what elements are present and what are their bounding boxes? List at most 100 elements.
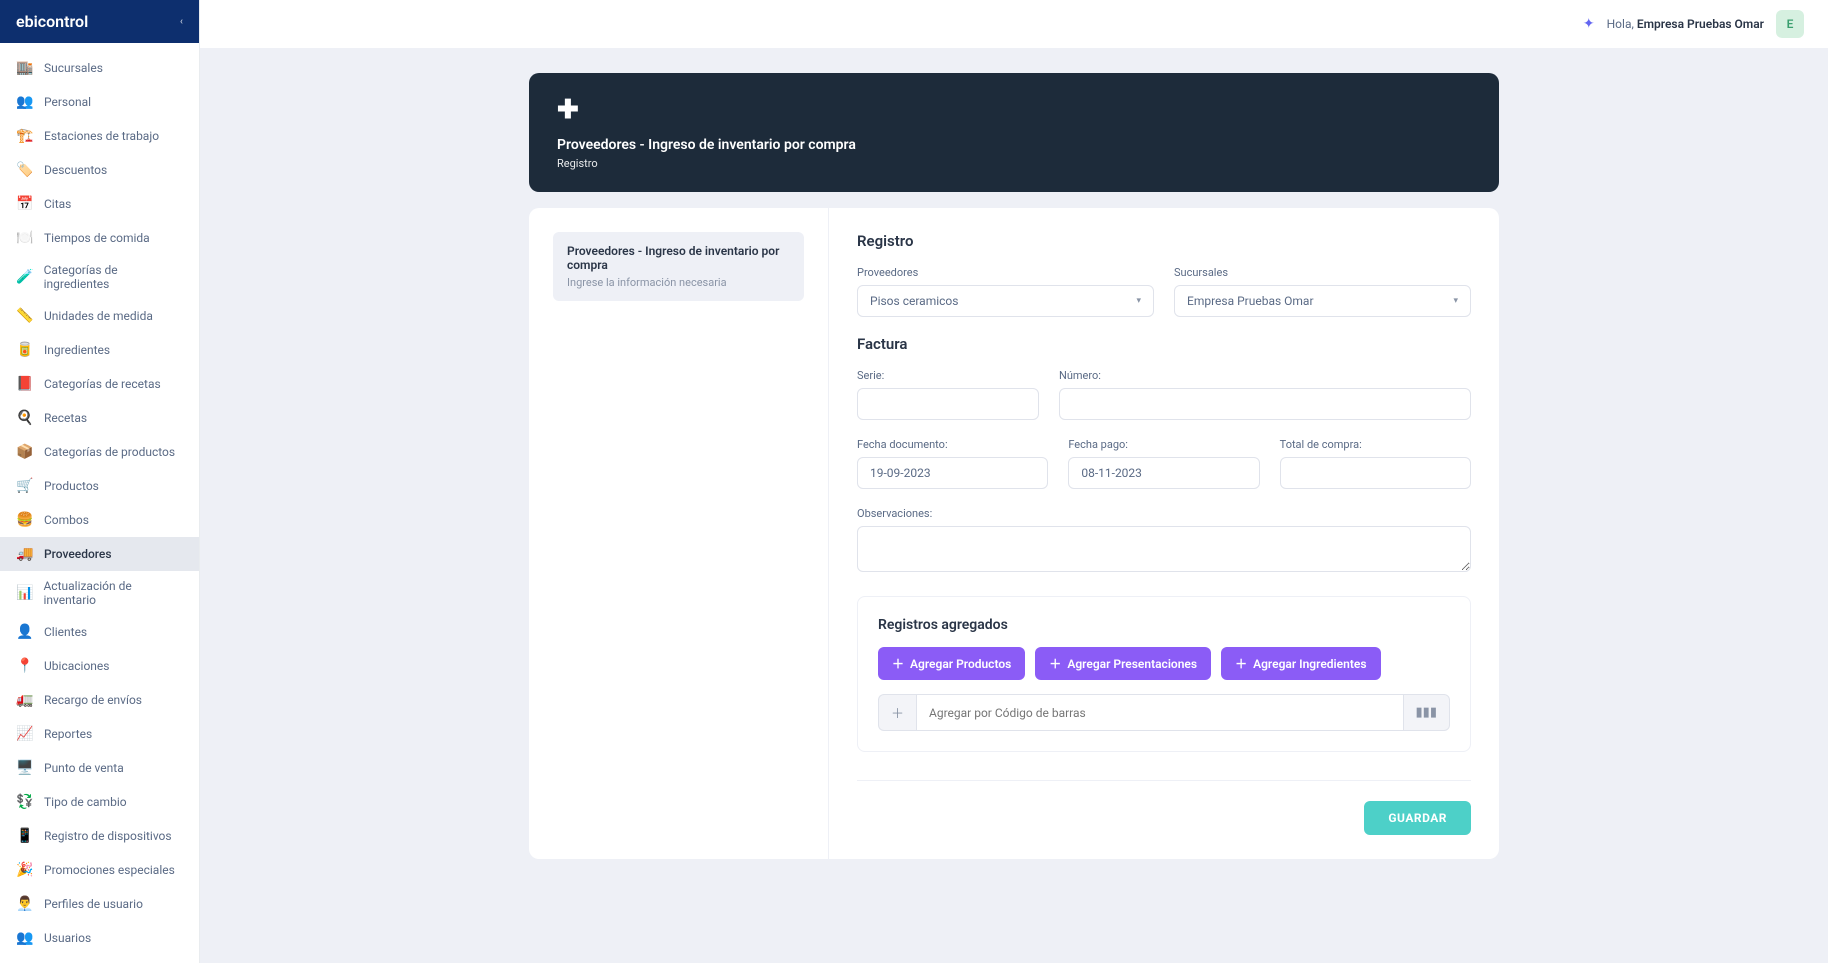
guardar-button[interactable]: GUARDAR	[1364, 801, 1471, 835]
nav-icon: 📈	[16, 725, 34, 743]
sidebar-item-tipo-de-cambio[interactable]: 💱 Tipo de cambio	[0, 785, 199, 819]
total-label: Total de compra:	[1280, 438, 1471, 451]
step-indicator: Proveedores - Ingreso de inventario por …	[553, 232, 804, 301]
nav-icon: 🎉	[16, 861, 34, 879]
nav-icon: 🚛	[16, 691, 34, 709]
nav-icon: 🍔	[16, 511, 34, 529]
agregar-productos-button[interactable]: ＋ Agregar Productos	[878, 647, 1025, 680]
nav-label: Perfiles de usuario	[44, 897, 143, 911]
brand-logo: ebicontrol	[16, 12, 88, 31]
nav-label: Recargo de envíos	[44, 693, 142, 707]
section-heading-registro: Registro	[857, 232, 1471, 250]
nav-icon: 👤	[16, 623, 34, 641]
sidebar-item-categoras-de-ingredientes[interactable]: 🧪Categorías de ingredientes	[0, 255, 199, 299]
sidebar-item-estaciones-de-trabajo[interactable]: 🏗️Estaciones de trabajo	[0, 119, 199, 153]
nav-label: Clientes	[44, 625, 87, 639]
sidebar-item-actualizacin-de-inventario[interactable]: 📊 Actualización de inventario	[0, 571, 199, 615]
section-heading-factura: Factura	[857, 335, 1471, 353]
sidebar-item-sucursales[interactable]: 🏬Sucursales	[0, 51, 199, 85]
sidebar-item-punto-de-venta[interactable]: 🖥️Punto de venta	[0, 751, 199, 785]
agregar-presentaciones-button[interactable]: ＋ Agregar Presentaciones	[1035, 647, 1211, 680]
nav-label: Estaciones de trabajo	[44, 129, 159, 143]
proveedores-value: Pisos ceramicos	[870, 294, 958, 308]
observaciones-label: Observaciones:	[857, 507, 1471, 520]
nav-icon: 📕	[16, 375, 34, 393]
plus-icon: ✚	[557, 95, 1471, 125]
nav-label: Recetas	[44, 411, 87, 425]
nav-icon: 🥫	[16, 341, 34, 359]
barcode-plus-icon[interactable]: ＋	[878, 694, 916, 731]
sidebar-item-promociones-especiales[interactable]: 🎉 Promociones especiales	[0, 853, 199, 887]
sparkle-icon[interactable]: ✦	[1583, 16, 1595, 32]
card-left-pane: Proveedores - Ingreso de inventario por …	[529, 208, 829, 859]
nav-label: Reportes	[44, 727, 92, 741]
sidebar-item-recetas[interactable]: 🍳 Recetas	[0, 401, 199, 435]
nav-icon: 👥	[16, 93, 34, 111]
sidebar-item-personal[interactable]: 👥 Personal	[0, 85, 199, 119]
nav-label: Actualización de inventario	[43, 579, 183, 607]
nav-icon: 📅	[16, 195, 34, 213]
numero-input[interactable]	[1059, 388, 1471, 420]
nav-label: Categorías de ingredientes	[44, 263, 183, 291]
nav-label: Personal	[44, 95, 91, 109]
sidebar-item-clientes[interactable]: 👤 Clientes	[0, 615, 199, 649]
sidebar-item-reportes[interactable]: 📈 Reportes	[0, 717, 199, 751]
sidebar-item-recargo-de-envos[interactable]: 🚛 Recargo de envíos	[0, 683, 199, 717]
nav-icon: 🏷️	[16, 161, 34, 179]
fecha-pago-input[interactable]	[1068, 457, 1259, 489]
nav-label: Combos	[44, 513, 89, 527]
proveedores-select[interactable]: Pisos ceramicos ▾	[857, 285, 1154, 317]
fecha-doc-input[interactable]	[857, 457, 1048, 489]
nav-label: Promociones especiales	[44, 863, 175, 877]
sidebar-item-combos[interactable]: 🍔 Combos	[0, 503, 199, 537]
nav-icon: 🍽️	[16, 229, 34, 247]
sidebar-item-categoras-de-productos[interactable]: 📦Categorías de productos	[0, 435, 199, 469]
chevron-down-icon: ▾	[1453, 296, 1458, 306]
sidebar-item-citas[interactable]: 📅Citas	[0, 187, 199, 221]
sidebar-item-tiempos-de-comida[interactable]: 🍽️Tiempos de comida	[0, 221, 199, 255]
step-title: Proveedores - Ingreso de inventario por …	[567, 244, 790, 272]
sidebar-item-perfiles-de-usuario[interactable]: 👨‍💼Perfiles de usuario	[0, 887, 199, 921]
fecha-doc-label: Fecha documento:	[857, 438, 1048, 451]
numero-label: Número:	[1059, 369, 1471, 382]
avatar[interactable]: E	[1776, 10, 1804, 38]
nav-label: Descuentos	[44, 163, 107, 177]
nav-icon: 🍳	[16, 409, 34, 427]
agregar-ingredientes-button[interactable]: ＋ Agregar Ingredientes	[1221, 647, 1380, 680]
nav-label: Categorías de recetas	[44, 377, 161, 391]
sidebar-item-ubicaciones[interactable]: 📍Ubicaciones	[0, 649, 199, 683]
btn-presentaciones-label: Agregar Presentaciones	[1067, 657, 1197, 671]
sidebar-collapse-icon[interactable]: ‹	[180, 16, 183, 27]
sucursales-select[interactable]: Empresa Pruebas Omar ▾	[1174, 285, 1471, 317]
nav-label: Categorías de productos	[44, 445, 175, 459]
observaciones-textarea[interactable]	[857, 526, 1471, 572]
user-name: Empresa Pruebas Omar	[1637, 17, 1764, 31]
total-input[interactable]	[1280, 457, 1471, 489]
nav-label: Productos	[44, 479, 99, 493]
sidebar-item-proveedores[interactable]: 🚚Proveedores	[0, 537, 199, 571]
sidebar-item-ingredientes[interactable]: 🥫Ingredientes	[0, 333, 199, 367]
barcode-input[interactable]	[916, 694, 1404, 731]
sucursales-label: Sucursales	[1174, 266, 1471, 279]
serie-label: Serie:	[857, 369, 1039, 382]
nav-label: Usuarios	[44, 931, 91, 945]
nav-label: Ubicaciones	[44, 659, 109, 673]
sidebar-item-productos[interactable]: 🛒 Productos	[0, 469, 199, 503]
proveedores-label: Proveedores	[857, 266, 1154, 279]
sidebar-nav: 🏬Sucursales 👥 Personal 🏗️Estaciones de trab…	[0, 43, 199, 963]
nav-icon: 💱	[16, 793, 34, 811]
nav-label: Tipo de cambio	[44, 795, 127, 809]
barcode-scan-icon[interactable]: ▮▮▮	[1404, 694, 1450, 731]
nav-icon: 🛒	[16, 477, 34, 495]
nav-icon: 🖥️	[16, 759, 34, 777]
sidebar-item-unidades-de-medida[interactable]: 📏Unidades de medida	[0, 299, 199, 333]
sidebar-item-descuentos[interactable]: 🏷️ Descuentos	[0, 153, 199, 187]
sidebar-item-registro-de-dispositivos[interactable]: 📱Registro de dispositivos	[0, 819, 199, 853]
nav-icon: 📊	[16, 584, 33, 602]
registros-panel: Registros agregados ＋ Agregar Productos …	[857, 596, 1471, 752]
sidebar-item-categoras-de-recetas[interactable]: 📕 Categorías de recetas	[0, 367, 199, 401]
page-header: ✚ Proveedores - Ingreso de inventario po…	[529, 73, 1499, 192]
nav-label: Proveedores	[44, 547, 112, 561]
sidebar-item-usuarios[interactable]: 👥Usuarios	[0, 921, 199, 955]
serie-input[interactable]	[857, 388, 1039, 420]
